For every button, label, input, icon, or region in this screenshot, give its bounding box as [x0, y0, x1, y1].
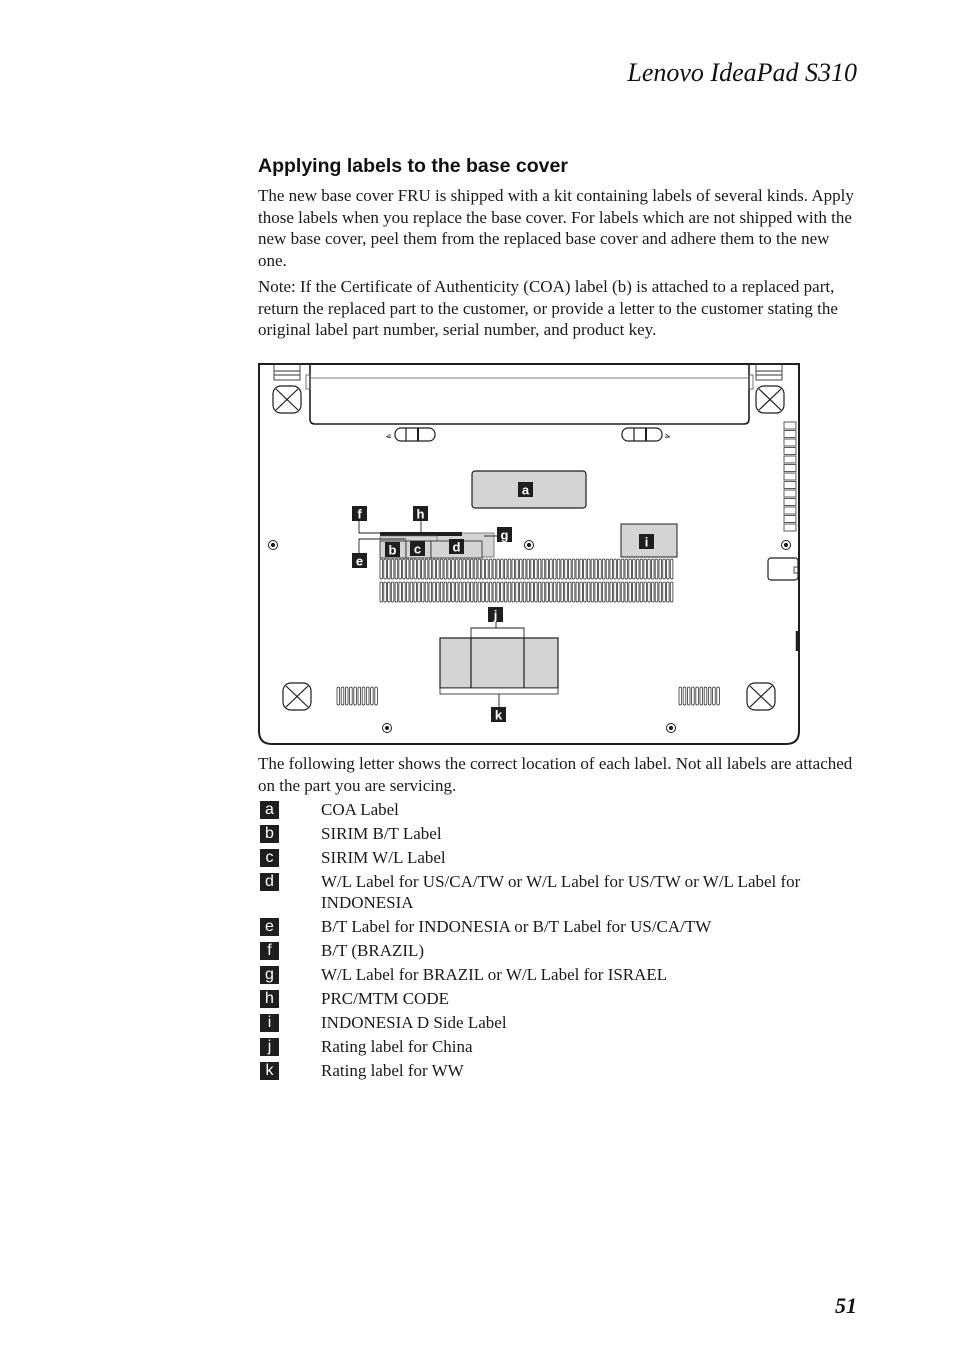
callout-badge: j: [260, 1038, 279, 1056]
callout-i: i: [639, 534, 654, 550]
legend-description: COA Label: [321, 800, 399, 819]
callout-letter: f: [357, 507, 362, 522]
legend-item-f: f B/T (BRAZIL): [258, 940, 858, 961]
callout-badge: h: [260, 990, 279, 1008]
legend-description: Rating label for China: [321, 1037, 473, 1056]
running-header-product: Lenovo IdeaPad S310: [627, 58, 857, 87]
callout-badge: f: [260, 942, 279, 960]
legend-description: W/L Label for BRAZIL or W/L Label for IS…: [321, 965, 668, 984]
callout-badge: c: [260, 849, 279, 867]
callout-letter: e: [356, 554, 363, 569]
callout-letter: d: [453, 540, 461, 555]
callout-badge: e: [260, 918, 279, 936]
legend-item-i: i INDONESIA D Side Label: [258, 1012, 858, 1033]
legend-item-k: k Rating label for WW: [258, 1060, 858, 1081]
legend-description: B/T (BRAZIL): [321, 941, 425, 960]
label-area-f: [379, 535, 438, 542]
section-title: Applying labels to the base cover: [258, 155, 568, 177]
note-paragraph: Note: If the Certificate of Authenticity…: [258, 277, 838, 339]
legend-description: PRC/MTM CODE: [321, 989, 449, 1008]
base-cover-illustration: ◂1 2▸ a b c d e f g h i j k: [258, 363, 800, 745]
callout-a: a: [518, 482, 533, 498]
callout-letter: k: [495, 708, 503, 723]
legend-description: Rating label for WW: [321, 1061, 464, 1080]
callout-e: e: [352, 553, 367, 569]
legend-item-e: e B/T Label for INDONESIA or B/T Label fo…: [258, 916, 858, 937]
base-cover-diagram: ◂1 2▸ a b c d e f g h i j k: [256, 361, 802, 747]
legend-item-b: b SIRIM B/T Label: [258, 823, 858, 844]
callout-badge: k: [260, 1062, 279, 1080]
callout-g: g: [497, 527, 512, 543]
legend-item-g: g W/L Label for BRAZIL or W/L Label for I…: [258, 964, 858, 985]
callout-badge: d: [260, 873, 279, 891]
intro-paragraph: The new base cover FRU is shipped with a…: [258, 186, 854, 270]
callout-letter: g: [501, 528, 509, 543]
label-area-h: [380, 532, 462, 536]
legend-item-d: d W/L Label for US/CA/TW or W/L Label for…: [258, 871, 858, 913]
legend-item-a: a COA Label: [258, 799, 858, 820]
legend-description: SIRIM W/L Label: [321, 848, 446, 867]
callout-badge: g: [260, 966, 279, 984]
callout-badge: a: [260, 801, 279, 819]
callout-letter: i: [645, 535, 649, 550]
page-number: 51: [835, 1293, 857, 1318]
legend-item-j: j Rating label for China: [258, 1036, 858, 1057]
callout-badge: b: [260, 825, 279, 843]
callout-f: f: [352, 506, 367, 522]
svg-text:2▸: 2▸: [665, 434, 671, 440]
callout-badge: i: [260, 1014, 279, 1032]
callout-k: k: [491, 707, 506, 723]
legend-description: INDONESIA D Side Label: [321, 1013, 507, 1032]
legend-description: B/T Label for INDONESIA or B/T Label for…: [321, 917, 712, 936]
label-legend-list: a COA Label b SIRIM B/T Label c SIRIM W/L Lab…: [258, 799, 858, 1084]
callout-c: c: [410, 541, 425, 557]
callout-d: d: [449, 539, 464, 555]
legend-description: W/L Label for US/CA/TW or W/L Label for …: [321, 872, 801, 912]
label-area-j: [470, 637, 525, 689]
callout-letter: a: [522, 483, 530, 498]
callout-h: h: [413, 506, 428, 522]
legend-item-c: c SIRIM W/L Label: [258, 847, 858, 868]
legend-item-h: h PRC/MTM CODE: [258, 988, 858, 1009]
callout-b: b: [385, 542, 400, 558]
callout-j: j: [488, 607, 503, 623]
legend-intro-paragraph: The following letter shows the correct l…: [258, 754, 853, 795]
callout-letter: c: [414, 542, 421, 557]
callout-letter: j: [493, 608, 498, 623]
legend-description: SIRIM B/T Label: [321, 824, 442, 843]
callout-letter: b: [389, 543, 397, 558]
svg-text:◂1: ◂1: [385, 434, 392, 440]
callout-letter: h: [417, 507, 425, 522]
